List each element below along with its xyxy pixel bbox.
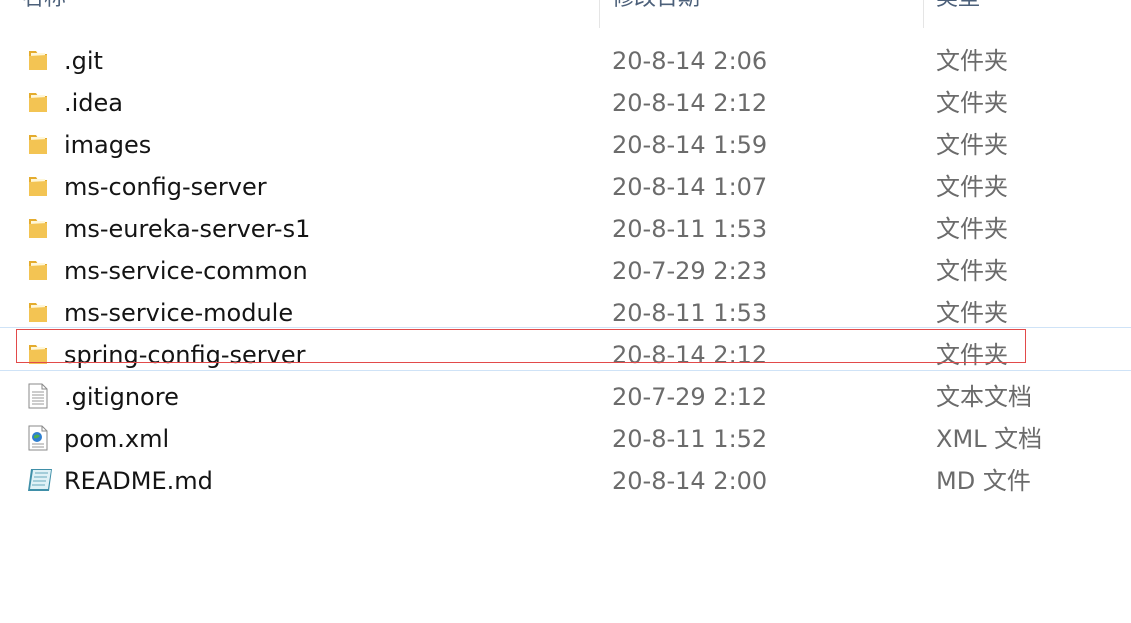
file-name: spring-config-server: [64, 341, 306, 369]
file-type: 文件夹: [936, 89, 1008, 117]
file-name: README.md: [64, 467, 213, 495]
file-name: ms-service-module: [64, 299, 294, 327]
file-type: 文件夹: [936, 215, 1008, 243]
file-date: 20-8-14 2:00: [612, 467, 768, 495]
file-name: .idea: [64, 89, 124, 117]
folder-icon: [26, 257, 50, 283]
file-name: .git: [64, 47, 103, 75]
xml-file-icon: [26, 425, 50, 451]
folder-icon: [26, 89, 50, 115]
file-type: XML 文档: [936, 425, 1043, 453]
column-header-type[interactable]: 类型: [936, 0, 980, 14]
file-date: 20-8-11 1:52: [612, 425, 768, 453]
column-header: 名称 修改日期 类型: [0, 0, 1131, 28]
text-file-icon: [26, 383, 50, 409]
file-type: 文件夹: [936, 173, 1008, 201]
file-type: 文件夹: [936, 341, 1008, 369]
file-name: images: [64, 131, 152, 159]
file-type: 文件夹: [936, 131, 1008, 159]
column-header-name[interactable]: 名称: [22, 0, 66, 14]
file-row[interactable]: ms-config-server 20-8-14 1:07 文件夹: [0, 167, 1131, 209]
markdown-file-icon: [26, 467, 52, 493]
file-row[interactable]: ms-eureka-server-s1 20-8-11 1:53 文件夹: [0, 209, 1131, 251]
file-name: ms-eureka-server-s1: [64, 215, 311, 243]
file-date: 20-8-11 1:53: [612, 215, 768, 243]
file-name: pom.xml: [64, 425, 170, 453]
file-row[interactable]: pom.xml 20-8-11 1:52 XML 文档: [0, 419, 1131, 461]
file-name: .gitignore: [64, 383, 179, 411]
file-row[interactable]: .idea 20-8-14 2:12 文件夹: [0, 83, 1131, 125]
file-type: 文件夹: [936, 257, 1008, 285]
file-row[interactable]: ms-service-common 20-7-29 2:23 文件夹: [0, 251, 1131, 293]
file-date: 20-8-14 2:12: [612, 341, 768, 369]
folder-icon: [26, 173, 50, 199]
file-date: 20-8-14 2:06: [612, 47, 768, 75]
folder-icon: [26, 47, 50, 73]
folder-icon: [26, 131, 50, 157]
file-row[interactable]: README.md 20-8-14 2:00 MD 文件: [0, 461, 1131, 503]
folder-icon: [26, 299, 50, 325]
column-divider[interactable]: [599, 0, 600, 28]
file-row[interactable]: .gitignore 20-7-29 2:12 文本文档: [0, 377, 1131, 419]
file-date: 20-8-14 2:12: [612, 89, 768, 117]
folder-icon: [26, 215, 50, 241]
file-row-selected[interactable]: spring-config-server 20-8-14 2:12 文件夹: [0, 327, 1131, 377]
file-type: 文件夹: [936, 299, 1008, 327]
file-date: 20-8-14 1:59: [612, 131, 768, 159]
folder-icon: [26, 341, 50, 367]
file-row[interactable]: .git 20-8-14 2:06 文件夹: [0, 41, 1131, 83]
file-date: 20-7-29 2:12: [612, 383, 768, 411]
file-name: ms-config-server: [64, 173, 267, 201]
file-row[interactable]: images 20-8-14 1:59 文件夹: [0, 125, 1131, 167]
file-list: .git 20-8-14 2:06 文件夹 .idea 20-8-14 2:12…: [0, 41, 1131, 503]
file-date: 20-8-14 1:07: [612, 173, 768, 201]
file-type: MD 文件: [936, 467, 1031, 495]
file-name: ms-service-common: [64, 257, 308, 285]
file-date: 20-8-11 1:53: [612, 299, 768, 327]
file-date: 20-7-29 2:23: [612, 257, 768, 285]
column-header-date[interactable]: 修改日期: [612, 0, 700, 14]
file-type: 文本文档: [936, 383, 1032, 411]
column-divider[interactable]: [923, 0, 924, 28]
file-type: 文件夹: [936, 47, 1008, 75]
